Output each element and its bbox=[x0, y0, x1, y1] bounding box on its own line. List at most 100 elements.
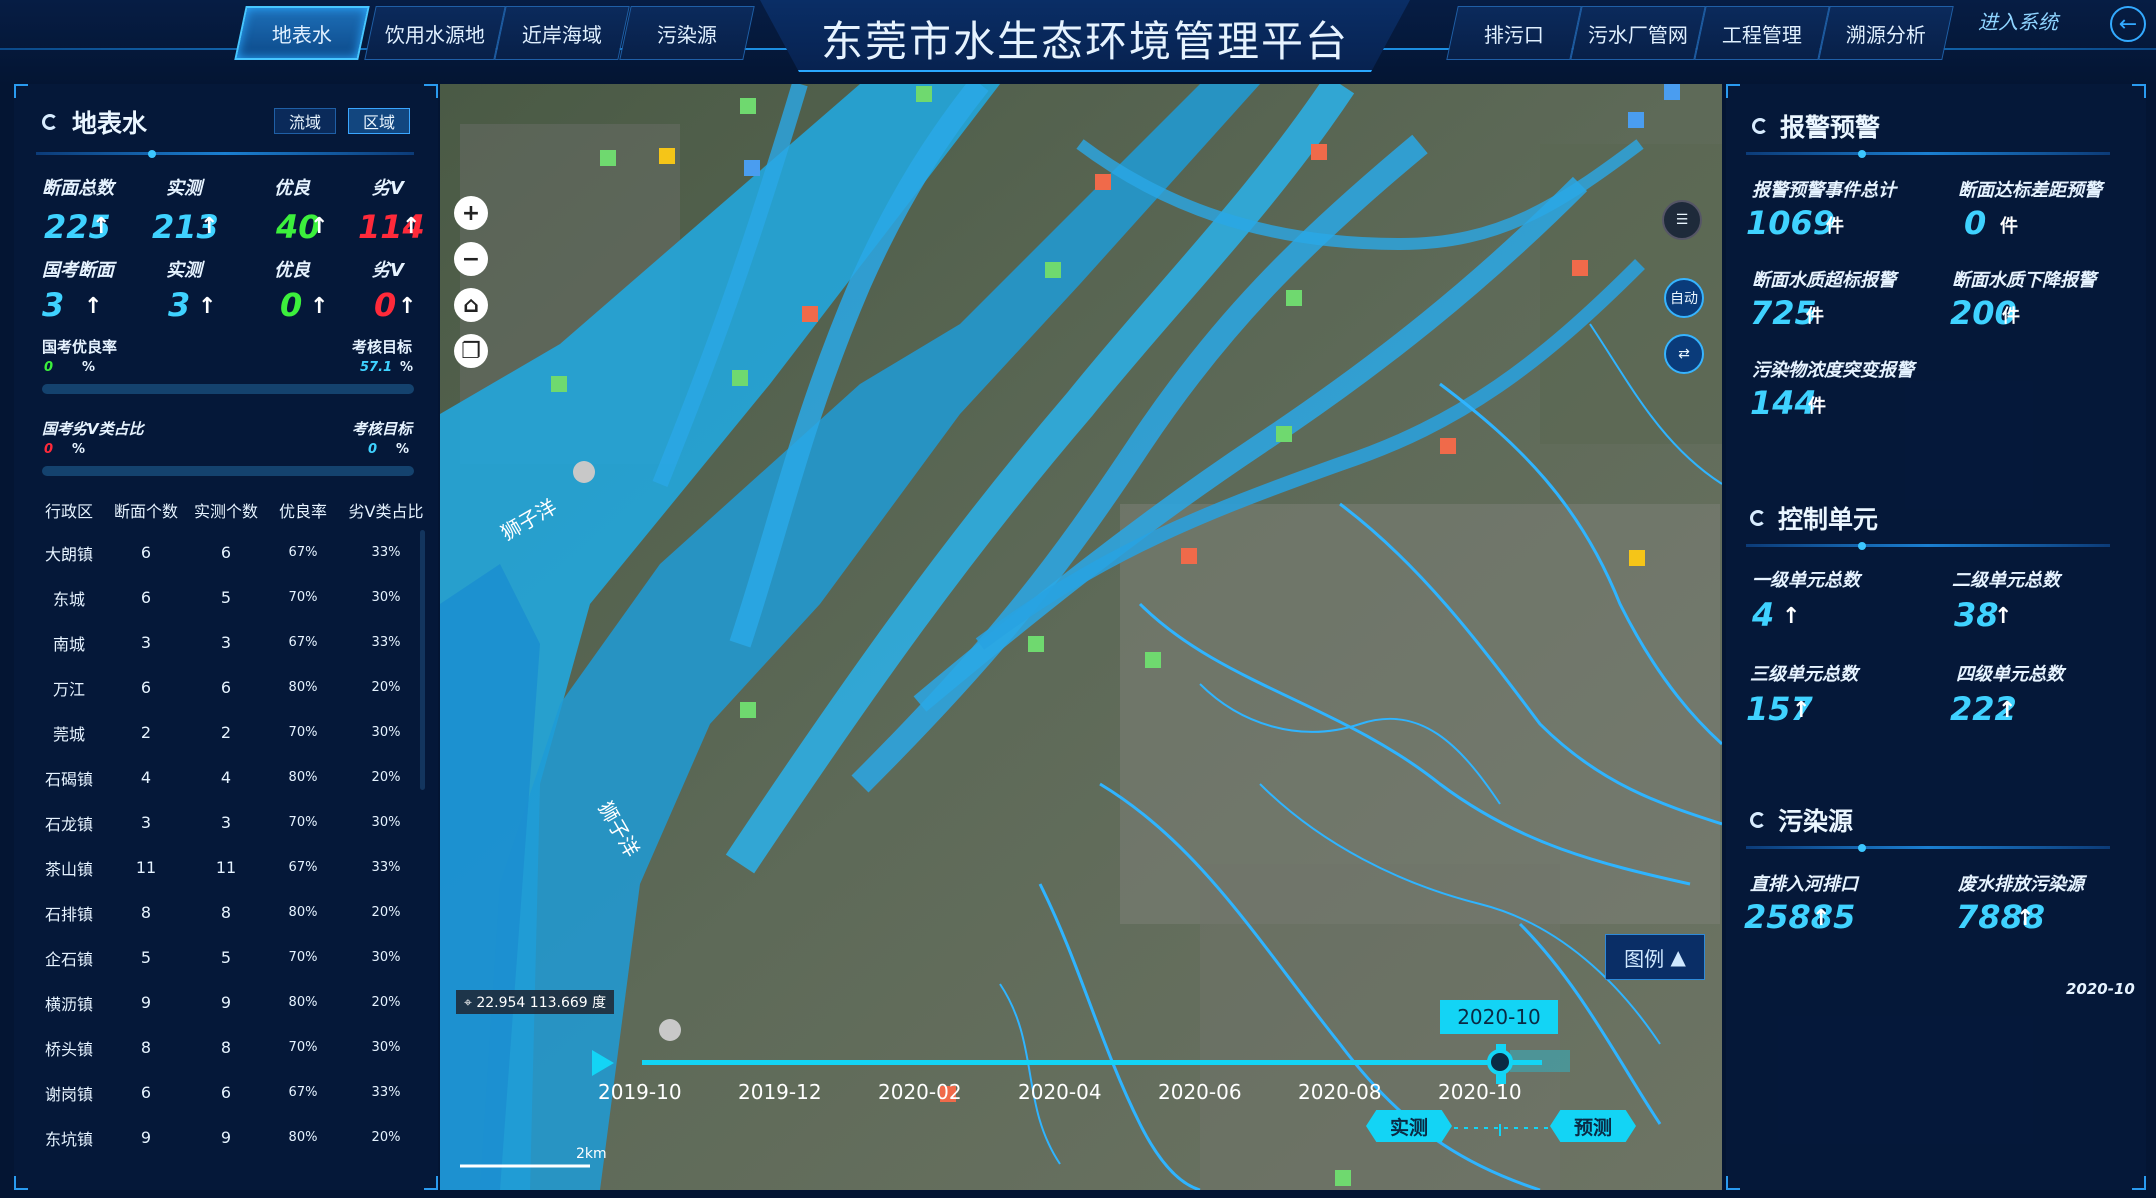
tab-engineering[interactable]: 工程管理 bbox=[1694, 6, 1830, 60]
table-cell: 11 bbox=[215, 858, 237, 877]
marker-class-iii[interactable] bbox=[1286, 290, 1302, 306]
table-row[interactable]: 东城 6 5 70% 30% bbox=[32, 575, 432, 620]
marker-class-iii[interactable] bbox=[551, 376, 567, 392]
tab-pollution-source[interactable]: 污染源 bbox=[619, 6, 755, 60]
marker-class-ii[interactable] bbox=[1628, 112, 1644, 128]
stat-label: 实测 bbox=[166, 260, 202, 281]
table-cell: 企石镇 bbox=[44, 949, 93, 969]
marker-class-iii[interactable] bbox=[1145, 652, 1161, 668]
table-cell: 6 bbox=[140, 543, 152, 562]
forecast-button[interactable]: 预测 bbox=[1550, 1110, 1636, 1142]
toggle-basin-button[interactable]: 流域 bbox=[274, 108, 336, 134]
marker-class-iii[interactable] bbox=[1028, 636, 1044, 652]
table-row[interactable]: 桥头镇 8 8 70% 30% bbox=[32, 1025, 432, 1070]
ctrl-label: 一级单元总数 bbox=[1752, 570, 1860, 591]
up-arrow-icon: ↑ bbox=[310, 214, 329, 239]
marker-class-iii[interactable] bbox=[732, 370, 748, 386]
zoom-in-icon[interactable]: + bbox=[454, 196, 488, 230]
layer-stack-icon[interactable]: ☰ bbox=[1662, 200, 1702, 240]
enter-system-link[interactable]: 进入系统 bbox=[1978, 6, 2058, 35]
table-row[interactable]: 茶山镇 11 11 67% 33% bbox=[32, 845, 432, 890]
tab-outfall[interactable]: 排污口 bbox=[1446, 6, 1582, 60]
level2-value: 38 bbox=[1954, 596, 1999, 634]
marker-class-iii[interactable] bbox=[600, 150, 616, 166]
stat-label: 优良 bbox=[274, 260, 310, 281]
timeline-tick[interactable]: 2020-06 bbox=[1158, 1080, 1242, 1104]
timeline-tick[interactable]: 2020-02 bbox=[878, 1080, 962, 1104]
station-marker[interactable] bbox=[573, 461, 595, 483]
table-row[interactable]: 莞城 2 2 70% 30% bbox=[32, 710, 432, 755]
marker-class-iv[interactable] bbox=[1629, 550, 1645, 566]
pollution-title: 污染源 bbox=[1778, 807, 1854, 836]
table-cell: 8 bbox=[220, 903, 232, 922]
tab-coastal[interactable]: 近岸海域 bbox=[494, 6, 630, 60]
tab-sewage-network[interactable]: 污水厂管网 bbox=[1570, 6, 1706, 60]
table-cell: 石排镇 bbox=[44, 904, 93, 924]
target-value: 0 bbox=[368, 442, 378, 457]
marker-class-iii[interactable] bbox=[740, 98, 756, 114]
layers-icon[interactable]: ❐ bbox=[454, 334, 488, 368]
divider-dot bbox=[148, 150, 156, 158]
table-cell: 20% bbox=[371, 1130, 401, 1145]
auto-button[interactable]: 自动 bbox=[1664, 278, 1704, 318]
marker-class-iii[interactable] bbox=[1276, 426, 1292, 442]
home-icon[interactable]: ⌂ bbox=[454, 288, 488, 322]
timeline-tick[interactable]: 2020-10 bbox=[1438, 1080, 1522, 1104]
table-row[interactable]: 南城 3 3 67% 33% bbox=[32, 620, 432, 665]
table-row[interactable]: 谢岗镇 6 6 67% 33% bbox=[32, 1070, 432, 1115]
table-cell: 东城 bbox=[52, 589, 85, 609]
timeline-tick[interactable]: 2020-04 bbox=[1018, 1080, 1102, 1104]
marker-class-iv[interactable] bbox=[659, 148, 675, 164]
table-header-row: 行政区 断面个数 实测个数 优良率 劣Ⅴ类占比 bbox=[32, 490, 432, 530]
marker-worse-v[interactable] bbox=[1311, 144, 1327, 160]
zoom-out-icon[interactable]: − bbox=[454, 242, 488, 276]
back-icon[interactable]: ← bbox=[2110, 6, 2146, 42]
table-row[interactable]: 石碣镇 4 4 80% 20% bbox=[32, 755, 432, 800]
marker-worse-v[interactable] bbox=[1095, 174, 1111, 190]
table-row[interactable]: 大朗镇 6 6 67% 33% bbox=[32, 530, 432, 575]
alarm-label: 断面达标差距预警 bbox=[1958, 180, 2102, 201]
table-cell: 5 bbox=[220, 948, 232, 967]
marker-worse-v[interactable] bbox=[802, 306, 818, 322]
table-cell: 9 bbox=[220, 993, 232, 1012]
table-row[interactable]: 企石镇 5 5 70% 30% bbox=[32, 935, 432, 980]
unit: 件 bbox=[1826, 216, 1844, 237]
table-cell: 30% bbox=[371, 590, 401, 605]
table-row[interactable]: 石龙镇 3 3 70% 30% bbox=[32, 800, 432, 845]
table-cell: 4 bbox=[220, 768, 232, 787]
section-icon bbox=[1750, 812, 1766, 828]
table-cell: 30% bbox=[371, 1040, 401, 1055]
table-row[interactable]: 万江 6 6 80% 20% bbox=[32, 665, 432, 710]
table-cell: 20% bbox=[371, 770, 401, 785]
marker-class-iii[interactable] bbox=[1045, 262, 1061, 278]
marker-class-iii[interactable] bbox=[1335, 1170, 1351, 1186]
tab-trace-analysis[interactable]: 溯源分析 bbox=[1818, 6, 1954, 60]
table-row[interactable]: 横沥镇 9 9 80% 20% bbox=[32, 980, 432, 1025]
tab-drinking-water[interactable]: 饮用水源地 bbox=[364, 6, 506, 60]
actual-button[interactable]: 实测 bbox=[1366, 1110, 1452, 1142]
table-row[interactable]: 石排镇 8 8 80% 20% bbox=[32, 890, 432, 935]
marker-class-v[interactable] bbox=[1572, 260, 1588, 276]
table-cell: 30% bbox=[371, 950, 401, 965]
table-cell: 5 bbox=[140, 948, 152, 967]
marker-class-ii[interactable] bbox=[1664, 84, 1680, 100]
table-cell: 8 bbox=[140, 1038, 152, 1057]
marker-class-ii[interactable] bbox=[744, 160, 760, 176]
table-scrollbar[interactable] bbox=[420, 530, 425, 790]
mode-switch-icon[interactable]: ⇄ bbox=[1664, 334, 1704, 374]
toggle-region-button[interactable]: 区域 bbox=[348, 108, 410, 134]
marker-class-v[interactable] bbox=[1440, 438, 1456, 454]
timeline-tick[interactable]: 2020-08 bbox=[1298, 1080, 1382, 1104]
marker-class-iii[interactable] bbox=[916, 86, 932, 102]
legend-button[interactable]: 图例 ▲ bbox=[1605, 934, 1705, 980]
marker-class-iii[interactable] bbox=[740, 702, 756, 718]
marker-class-v[interactable] bbox=[1181, 548, 1197, 564]
timeline-tick[interactable]: 2019-10 bbox=[598, 1080, 682, 1104]
table-row[interactable]: 东坑镇 9 9 80% 20% bbox=[32, 1115, 432, 1160]
station-marker[interactable] bbox=[659, 1019, 681, 1041]
table-cell: 谢岗镇 bbox=[44, 1084, 93, 1104]
target-label: 考核目标 bbox=[352, 420, 413, 438]
tab-surface-water[interactable]: 地表水 bbox=[234, 6, 370, 60]
timeline-tick[interactable]: 2019-12 bbox=[738, 1080, 822, 1104]
national-worse-value: 0 bbox=[374, 286, 397, 324]
